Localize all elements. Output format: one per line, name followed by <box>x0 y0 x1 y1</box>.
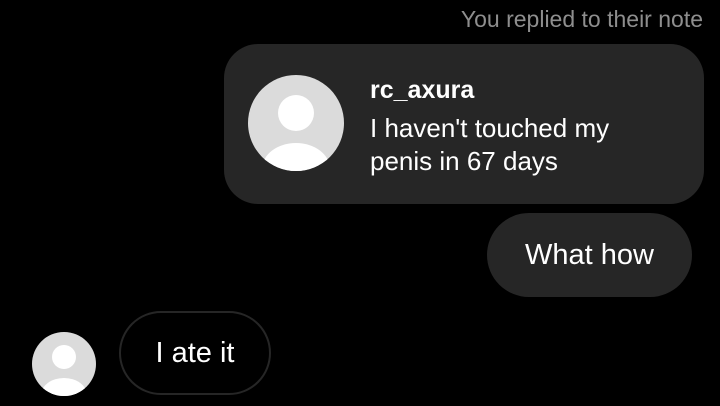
message-bubble-sent[interactable]: What how <box>487 213 692 297</box>
note-reply-card[interactable]: rc_axura I haven't touched my penis in 6… <box>224 44 704 204</box>
reply-context-label: You replied to their note <box>460 6 703 32</box>
message-text: I ate it <box>155 336 235 369</box>
note-text: I haven't touched my penis in 67 days <box>370 113 610 176</box>
message-text: What how <box>525 238 654 271</box>
default-avatar-icon[interactable] <box>32 332 96 396</box>
default-avatar-icon[interactable] <box>248 75 344 171</box>
message-bubble-received[interactable]: I ate it <box>119 311 271 395</box>
note-username[interactable]: rc_axura <box>370 76 474 105</box>
